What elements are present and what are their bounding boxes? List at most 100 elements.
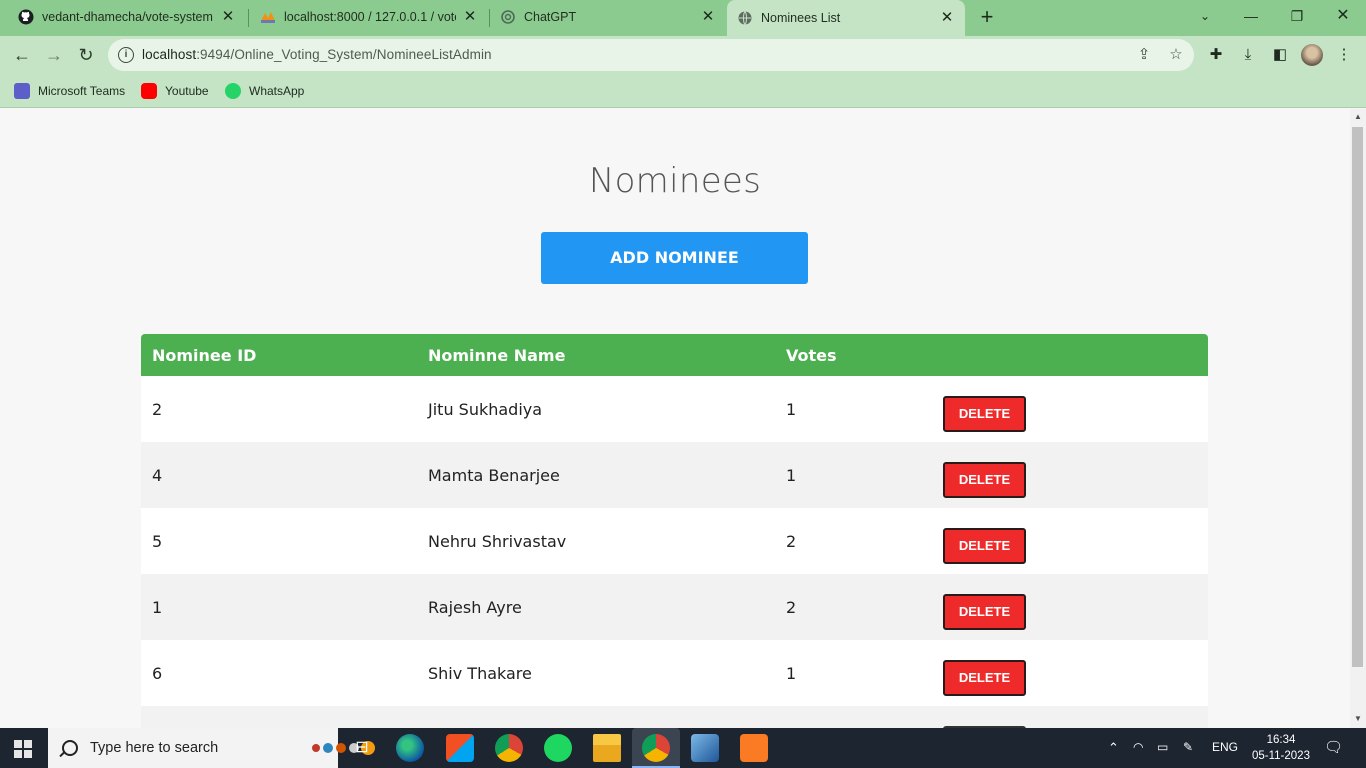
clock-time: 16:34 [1266, 734, 1296, 746]
close-window-button[interactable]: ✕ [1328, 4, 1358, 28]
network-icon[interactable]: ◠ [1133, 740, 1143, 754]
extensions-icon[interactable]: ✚ [1205, 44, 1227, 66]
bookmark-label: WhatsApp [249, 84, 305, 98]
delete-button[interactable]: DELETE [943, 528, 1026, 564]
close-icon[interactable]: ✕ [220, 9, 236, 25]
reload-button[interactable]: ↻ [73, 42, 99, 68]
column-header-name: Nominne Name [428, 346, 566, 365]
restore-button[interactable]: ❐ [1282, 4, 1312, 28]
tab-title: localhost:8000 / 127.0.0.1 / vote [284, 10, 456, 24]
nominee-id: 5 [152, 532, 163, 551]
tab-strip: vedant-dhamecha/vote-system ✕ localhost:… [0, 0, 1366, 36]
delete-button[interactable]: DELETE [943, 462, 1026, 498]
side-panel-icon[interactable]: ◧ [1269, 44, 1291, 66]
windows-start-icon[interactable] [14, 740, 32, 758]
tab-title: vedant-dhamecha/vote-system [42, 10, 213, 24]
youtube-icon [141, 83, 157, 99]
edge-icon[interactable] [396, 734, 424, 762]
pen-icon[interactable]: ✎ [1183, 740, 1193, 754]
address-bar[interactable]: i localhost:9494/Online_Voting_System/No… [108, 39, 1194, 71]
browser-toolbar: ← → ↻ i localhost:9494/Online_Voting_Sys… [0, 36, 1366, 74]
delete-button[interactable]: DELETE [943, 396, 1026, 432]
close-icon[interactable]: ✕ [700, 9, 716, 25]
bookmark-microsoft-teams[interactable]: Microsoft Teams [14, 82, 125, 100]
battery-icon[interactable]: ▭ [1157, 740, 1168, 754]
page-viewport: Nominees ADD NOMINEE Nominee ID Nominne … [0, 109, 1350, 728]
scrollbar-thumb[interactable] [1352, 127, 1363, 667]
forward-button[interactable]: → [41, 42, 67, 68]
clock[interactable]: 16:34 05-11-2023 [1248, 732, 1314, 764]
bookmark-label: Youtube [165, 84, 209, 98]
bookmark-youtube[interactable]: Youtube [141, 82, 209, 100]
search-placeholder: Type here to search [90, 740, 219, 756]
column-header-votes: Votes [786, 346, 837, 365]
language-indicator[interactable]: ENG [1212, 740, 1238, 754]
close-icon[interactable]: ✕ [939, 10, 955, 26]
whatsapp-icon [225, 83, 241, 99]
virtualbox-icon[interactable] [691, 734, 719, 762]
chatgpt-icon [501, 10, 515, 24]
tab-phpmyadmin[interactable]: localhost:8000 / 127.0.0.1 / vote ✕ [250, 0, 488, 34]
phpmyadmin-icon [261, 12, 275, 23]
new-tab-button[interactable]: + [975, 6, 999, 30]
tab-search-icon[interactable]: ⌄ [1190, 4, 1220, 28]
tab-github[interactable]: vedant-dhamecha/vote-system ✕ [8, 0, 246, 34]
bookmark-star-icon[interactable]: ☆ [1166, 45, 1186, 65]
page-title: Nominees [588, 161, 762, 201]
nominee-name: Rajesh Ayre [428, 598, 522, 617]
profile-avatar[interactable] [1301, 44, 1323, 66]
tab-chatgpt[interactable]: ChatGPT ✕ [490, 0, 726, 34]
task-view-icon[interactable]: ⊟ [348, 734, 376, 762]
nominees-table: Nominee ID Nominne Name Votes 2 Jitu Suk… [141, 334, 1208, 728]
bookmark-label: Microsoft Teams [38, 84, 126, 98]
store-icon[interactable] [446, 734, 474, 762]
download-icon[interactable]: ⤓ [1237, 44, 1259, 66]
delete-button[interactable]: DELETE [943, 660, 1026, 696]
table-header: Nominee ID Nominne Name Votes [141, 334, 1208, 376]
windows-taskbar: Type here to search ⊟ ⌃ ◠ ▭ ✎ ENG 16:34 … [0, 728, 1366, 768]
url-host: localhost [142, 47, 197, 62]
chrome-icon[interactable] [495, 734, 523, 762]
nominee-id: 6 [152, 664, 163, 683]
nominee-id: 1 [152, 598, 163, 617]
table-row: 5 Nehru Shrivastav 2 DELETE [141, 508, 1208, 574]
globe-icon [738, 11, 752, 25]
github-icon [18, 9, 34, 25]
nominee-votes: 1 [786, 400, 797, 419]
taskbar-search[interactable]: Type here to search [48, 728, 375, 768]
notifications-icon[interactable]: 🗨 [1324, 738, 1343, 756]
file-explorer-icon[interactable] [593, 734, 621, 762]
tab-separator [248, 9, 249, 27]
site-info-icon[interactable]: i [118, 47, 134, 63]
spotify-icon[interactable] [544, 734, 572, 762]
table-row-partial [141, 706, 1208, 728]
share-icon[interactable]: ⇪ [1134, 45, 1154, 65]
xampp-icon[interactable] [740, 734, 768, 762]
page-scrollbar[interactable]: ▲ ▼ [1350, 109, 1366, 728]
url-path: :9494/Online_Voting_System/NomineeListAd… [196, 47, 492, 62]
tab-nominees-list[interactable]: Nominees List ✕ [727, 0, 965, 36]
nominee-votes: 1 [786, 466, 797, 485]
delete-button[interactable]: DELETE [943, 594, 1026, 630]
nominee-name: Nehru Shrivastav [428, 532, 567, 551]
nominee-id: 2 [152, 400, 163, 419]
nominee-votes: 1 [786, 664, 797, 683]
show-hidden-icons-icon[interactable]: ⌃ [1108, 740, 1119, 756]
add-nominee-button[interactable]: ADD NOMINEE [541, 232, 808, 284]
bookmark-whatsapp[interactable]: WhatsApp [225, 82, 304, 100]
teams-icon [14, 83, 30, 99]
chrome-active-app[interactable] [632, 728, 680, 768]
scroll-down-icon[interactable]: ▼ [1353, 714, 1363, 724]
close-icon[interactable]: ✕ [462, 9, 478, 25]
table-row: 2 Jitu Sukhadiya 1 DELETE [141, 376, 1208, 442]
url-text: localhost:9494/Online_Voting_System/Nomi… [142, 47, 492, 62]
scroll-up-icon[interactable]: ▲ [1353, 112, 1363, 122]
table-row: 6 Shiv Thakare 1 DELETE [141, 640, 1208, 706]
minimize-button[interactable]: — [1236, 4, 1266, 28]
tab-title: Nominees List [761, 11, 841, 25]
menu-icon[interactable]: ⋮ [1333, 44, 1355, 66]
back-button[interactable]: ← [9, 42, 35, 68]
chrome-icon [642, 734, 670, 762]
bookmarks-bar: Microsoft Teams Youtube WhatsApp [0, 74, 1366, 108]
tab-title: ChatGPT [524, 10, 577, 24]
